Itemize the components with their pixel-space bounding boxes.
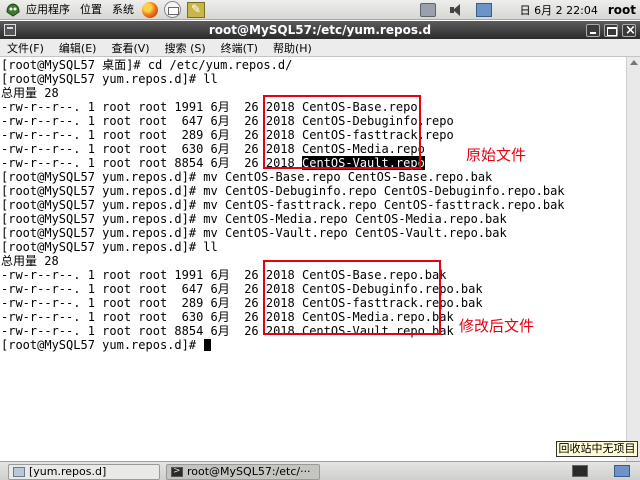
applications-menu[interactable]: 应用程序: [21, 0, 75, 20]
task-terminal-window[interactable]: root@MySQL57:/etc/···: [166, 464, 320, 480]
terminal-line: [root@MySQL57 yum.repos.d]# ll: [1, 240, 218, 254]
notes-icon[interactable]: [187, 1, 205, 18]
workspace-icon[interactable]: [614, 465, 630, 477]
window-menu-icon[interactable]: [4, 24, 16, 36]
window-title-bar[interactable]: root@MySQL57:/etc/yum.repos.d: [0, 21, 640, 40]
system-menu[interactable]: 系统: [107, 0, 139, 20]
firefox-icon[interactable]: [142, 1, 158, 18]
clock[interactable]: 日 6月 2 22:04: [520, 2, 598, 18]
mail-icon[interactable]: [164, 1, 181, 18]
modified-files-annotation: 修改后文件: [459, 317, 535, 335]
terminal-prompt: [root@MySQL57 yum.repos.d]#: [1, 338, 204, 352]
menu-file[interactable]: 文件(F): [0, 40, 52, 56]
minimize-button[interactable]: [586, 24, 600, 37]
terminal-scrollbar[interactable]: [626, 57, 640, 461]
display-icon[interactable]: [475, 2, 492, 17]
menu-view[interactable]: 查看(V): [104, 40, 157, 56]
terminal-line: [root@MySQL57 yum.repos.d]# ll: [1, 72, 218, 86]
applications-icon[interactable]: [5, 2, 21, 18]
terminal-area[interactable]: [root@MySQL57 桌面]# cd /etc/yum.repos.d/ …: [0, 57, 640, 461]
terminal-prompt-line: [root@MySQL57 yum.repos.d]#: [1, 338, 212, 352]
menu-help[interactable]: 帮助(H): [266, 40, 320, 56]
terminal-line: [root@MySQL57 yum.repos.d]# mv CentOS-Va…: [1, 226, 507, 240]
places-menu[interactable]: 位置: [75, 0, 107, 20]
menu-search[interactable]: 搜索 (S): [158, 40, 214, 56]
terminal-icon: [171, 465, 183, 478]
bottom-taskbar: [yum.repos.d] root@MySQL57:/etc/···: [0, 461, 640, 480]
menu-terminal[interactable]: 终端(T): [214, 40, 266, 56]
terminal-line: [root@MySQL57 yum.repos.d]# mv CentOS-fa…: [1, 198, 565, 212]
terminal-line: [root@MySQL57 yum.repos.d]# mv CentOS-Me…: [1, 212, 507, 226]
task-label: root@MySQL57:/etc/···: [187, 465, 311, 478]
original-files-annotation: 原始文件: [466, 146, 527, 164]
terminal-menu-bar: 文件(F) 编辑(E) 查看(V) 搜索 (S) 终端(T) 帮助(H): [0, 39, 640, 57]
scroll-up-icon[interactable]: [630, 60, 638, 65]
user-menu[interactable]: root: [608, 3, 636, 17]
terminal-line: [root@MySQL57 yum.repos.d]# mv CentOS-De…: [1, 184, 565, 198]
close-button[interactable]: [622, 22, 636, 40]
window-title: root@MySQL57:/etc/yum.repos.d: [208, 23, 432, 37]
modified-files-highlight: [263, 260, 441, 335]
maximize-button[interactable]: [604, 24, 618, 37]
menu-edit[interactable]: 编辑(E): [52, 40, 105, 56]
volume-icon[interactable]: [448, 3, 464, 17]
task-label: [yum.repos.d]: [29, 465, 107, 478]
original-files-highlight: [263, 95, 421, 169]
top-panel: 应用程序 位置 系统 日 6月 2 22:04 root: [0, 0, 640, 20]
show-desktop-icon[interactable]: [572, 465, 588, 477]
terminal-line: [root@MySQL57 yum.repos.d]# mv CentOS-Ba…: [1, 170, 493, 184]
terminal-line: 总用量 28: [1, 254, 59, 268]
task-folder-window[interactable]: [yum.repos.d]: [8, 464, 160, 480]
folder-icon: [13, 467, 25, 477]
terminal-line: [root@MySQL57 桌面]# cd /etc/yum.repos.d/: [1, 58, 293, 72]
terminal-cursor: [204, 339, 212, 351]
network-icon[interactable]: [419, 2, 436, 17]
terminal-line-prefix: -rw-r--r--. 1 root root 8854 6月 26 2018: [1, 156, 302, 170]
trash-tooltip: 回收站中无项目: [556, 441, 638, 457]
terminal-line: 总用量 28: [1, 86, 59, 100]
